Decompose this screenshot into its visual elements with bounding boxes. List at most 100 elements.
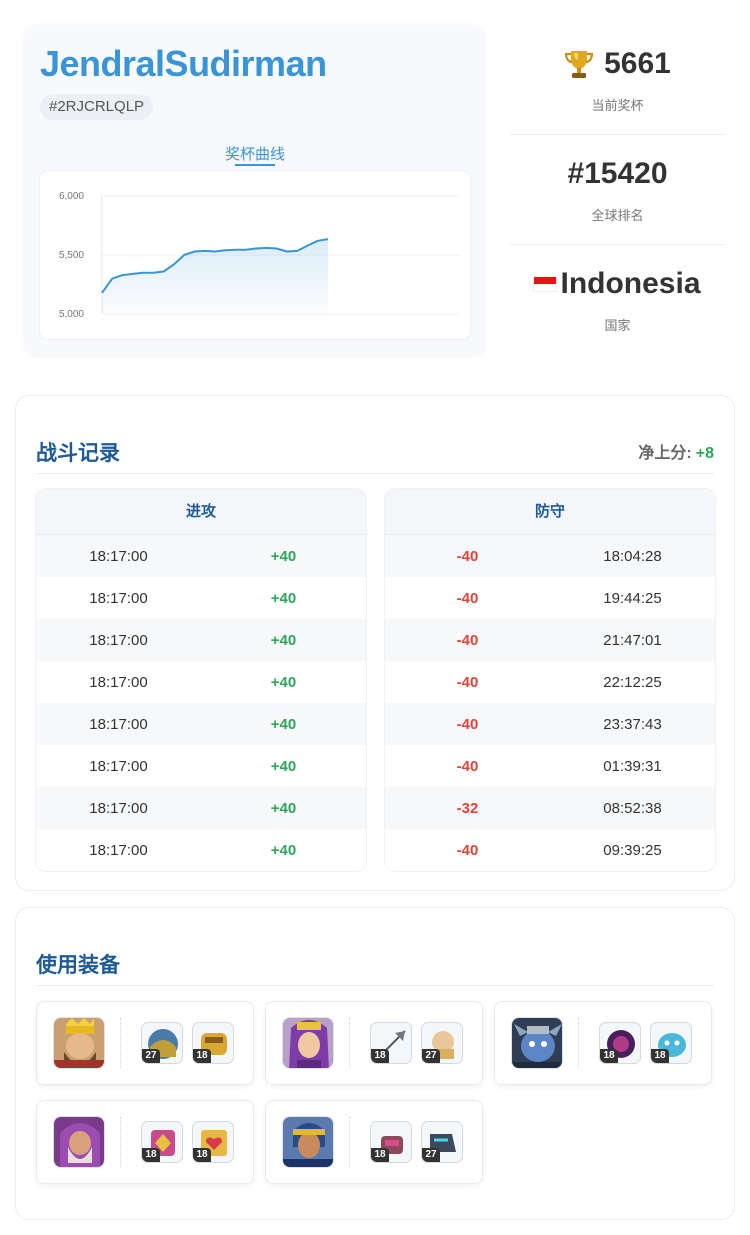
equipment-level: 18 <box>600 1049 618 1063</box>
battle-score: +40 <box>270 673 297 691</box>
equipment-set[interactable]: 18 18 <box>36 1100 254 1184</box>
battle-time: 01:39:31 <box>603 757 662 775</box>
separator <box>120 1117 121 1167</box>
table-row: 18:17:00 +40 <box>36 745 366 787</box>
defense-header: 防守 <box>385 489 715 535</box>
net-score-value: +8 <box>695 445 714 462</box>
active-tab-indicator <box>235 164 275 166</box>
dark-orb-icon[interactable]: 18 <box>599 1022 641 1064</box>
giant-gauntlet-icon[interactable]: 18 <box>192 1022 234 1064</box>
data-point[interactable] <box>265 246 268 249</box>
data-point[interactable] <box>172 263 175 266</box>
battle-time: 18:17:00 <box>89 631 148 649</box>
global-rank-label: 全球排名 <box>591 208 644 223</box>
defense-table: 防守 -40 18:04:28 -40 19:44:25 -40 21:47:01 -40 2… <box>385 489 715 871</box>
data-point[interactable] <box>152 271 155 274</box>
table-row: -40 09:39:25 <box>385 829 715 871</box>
trophy-chart-svg: 6,000 5,500 5,000 <box>59 191 460 320</box>
electro-boots-icon[interactable]: 27 <box>421 1121 463 1163</box>
data-point[interactable] <box>142 271 145 274</box>
separator <box>578 1018 579 1068</box>
tab-trophy-curve[interactable]: 奖杯曲线 <box>25 143 485 164</box>
player-tag[interactable]: #2RJCRLQLP <box>40 94 154 120</box>
equipment-set[interactable]: 18 18 <box>494 1001 712 1085</box>
attack-table: 进攻 18:17:00 +40 18:17:00 +40 18:17:00 +40 18:1… <box>36 489 366 871</box>
country-label: 国家 <box>604 318 631 333</box>
minion-prince-icon[interactable] <box>511 1017 563 1069</box>
table-row: -40 19:44:25 <box>385 577 715 619</box>
equipment-set[interactable]: 18 27 <box>265 1001 483 1085</box>
data-point[interactable] <box>306 244 309 247</box>
data-point[interactable] <box>183 254 186 257</box>
data-point[interactable] <box>244 248 247 251</box>
battle-time: 18:04:28 <box>603 547 662 565</box>
data-point[interactable] <box>234 248 237 251</box>
country-value: Indonesia <box>560 267 701 300</box>
equipment-set[interactable]: 18 27 <box>265 1100 483 1184</box>
data-point[interactable] <box>255 247 258 250</box>
data-point[interactable] <box>101 291 104 294</box>
indonesia-flag-icon <box>534 277 557 291</box>
equipment-level: 18 <box>193 1148 211 1162</box>
battle-score: -40 <box>456 631 479 649</box>
divider <box>36 473 714 474</box>
healing-tome-icon[interactable]: 18 <box>192 1121 234 1163</box>
battle-time: 22:12:25 <box>603 673 662 691</box>
battle-score: +40 <box>270 841 297 859</box>
player-name: JendralSudirman <box>40 43 327 84</box>
data-point[interactable] <box>296 249 299 252</box>
data-point[interactable] <box>131 272 134 275</box>
battle-time: 18:17:00 <box>89 673 148 691</box>
rage-gem-icon[interactable]: 18 <box>141 1121 183 1163</box>
data-point[interactable] <box>193 250 196 253</box>
battle-score: +40 <box>270 715 297 733</box>
equipment-level: 18 <box>142 1148 160 1162</box>
table-row: 18:17:00 +40 <box>36 577 366 619</box>
barbarian-king-icon[interactable] <box>53 1017 105 1069</box>
stat-country: Indonesia 国家 <box>510 245 725 355</box>
battle-score: -40 <box>456 757 479 775</box>
archer-queen-icon[interactable] <box>282 1017 334 1069</box>
data-point[interactable] <box>327 238 330 241</box>
net-score: 净上分: +8 <box>638 439 714 463</box>
battle-score: +40 <box>270 799 297 817</box>
equipment-title: 使用装备 <box>36 954 120 977</box>
data-point[interactable] <box>214 250 217 253</box>
battle-time: 18:17:00 <box>89 841 148 859</box>
table-row: -40 22:12:25 <box>385 661 715 703</box>
henchmen-puppet-icon[interactable]: 18 <box>650 1022 692 1064</box>
data-point[interactable] <box>285 250 288 253</box>
equipment-set[interactable]: 27 18 <box>36 1001 254 1085</box>
battle-time: 21:47:01 <box>603 631 662 649</box>
battle-time: 09:39:25 <box>603 841 662 859</box>
data-point[interactable] <box>121 274 124 277</box>
separator <box>120 1018 121 1068</box>
grand-warden-icon[interactable] <box>53 1116 105 1168</box>
earthquake-boots-icon[interactable]: 27 <box>141 1022 183 1064</box>
net-score-label: 净上分: <box>638 445 692 462</box>
data-point[interactable] <box>162 270 165 273</box>
stats-panel: 5661 当前奖杯 #15420 全球排名 Indonesia 国家 <box>510 25 725 355</box>
data-point[interactable] <box>111 277 114 280</box>
battle-score: -40 <box>456 589 479 607</box>
profile-section: JendralSudirman #2RJCRLQLP 奖杯曲线 6,000 5,5… <box>0 0 750 380</box>
table-row: 18:17:00 +40 <box>36 787 366 829</box>
giant-arrow-icon[interactable]: 18 <box>370 1022 412 1064</box>
table-row: -40 18:04:28 <box>385 535 715 577</box>
equipment-level: 27 <box>422 1148 440 1162</box>
data-point[interactable] <box>275 247 278 250</box>
healer-puppet-icon[interactable]: 27 <box>421 1022 463 1064</box>
data-point[interactable] <box>224 249 227 252</box>
separator <box>349 1018 350 1068</box>
data-point[interactable] <box>316 239 319 242</box>
battle-time: 23:37:43 <box>603 715 662 733</box>
table-row: -32 08:52:38 <box>385 787 715 829</box>
rocket-spear-icon[interactable]: 18 <box>370 1121 412 1163</box>
equipment-level: 27 <box>422 1049 440 1063</box>
data-point[interactable] <box>203 249 206 252</box>
global-rank-value: #15420 <box>567 157 668 190</box>
battle-time: 18:17:00 <box>89 715 148 733</box>
table-row: 18:17:00 +40 <box>36 535 366 577</box>
y-tick-label: 5,000 <box>59 309 84 320</box>
royal-champion-icon[interactable] <box>282 1116 334 1168</box>
